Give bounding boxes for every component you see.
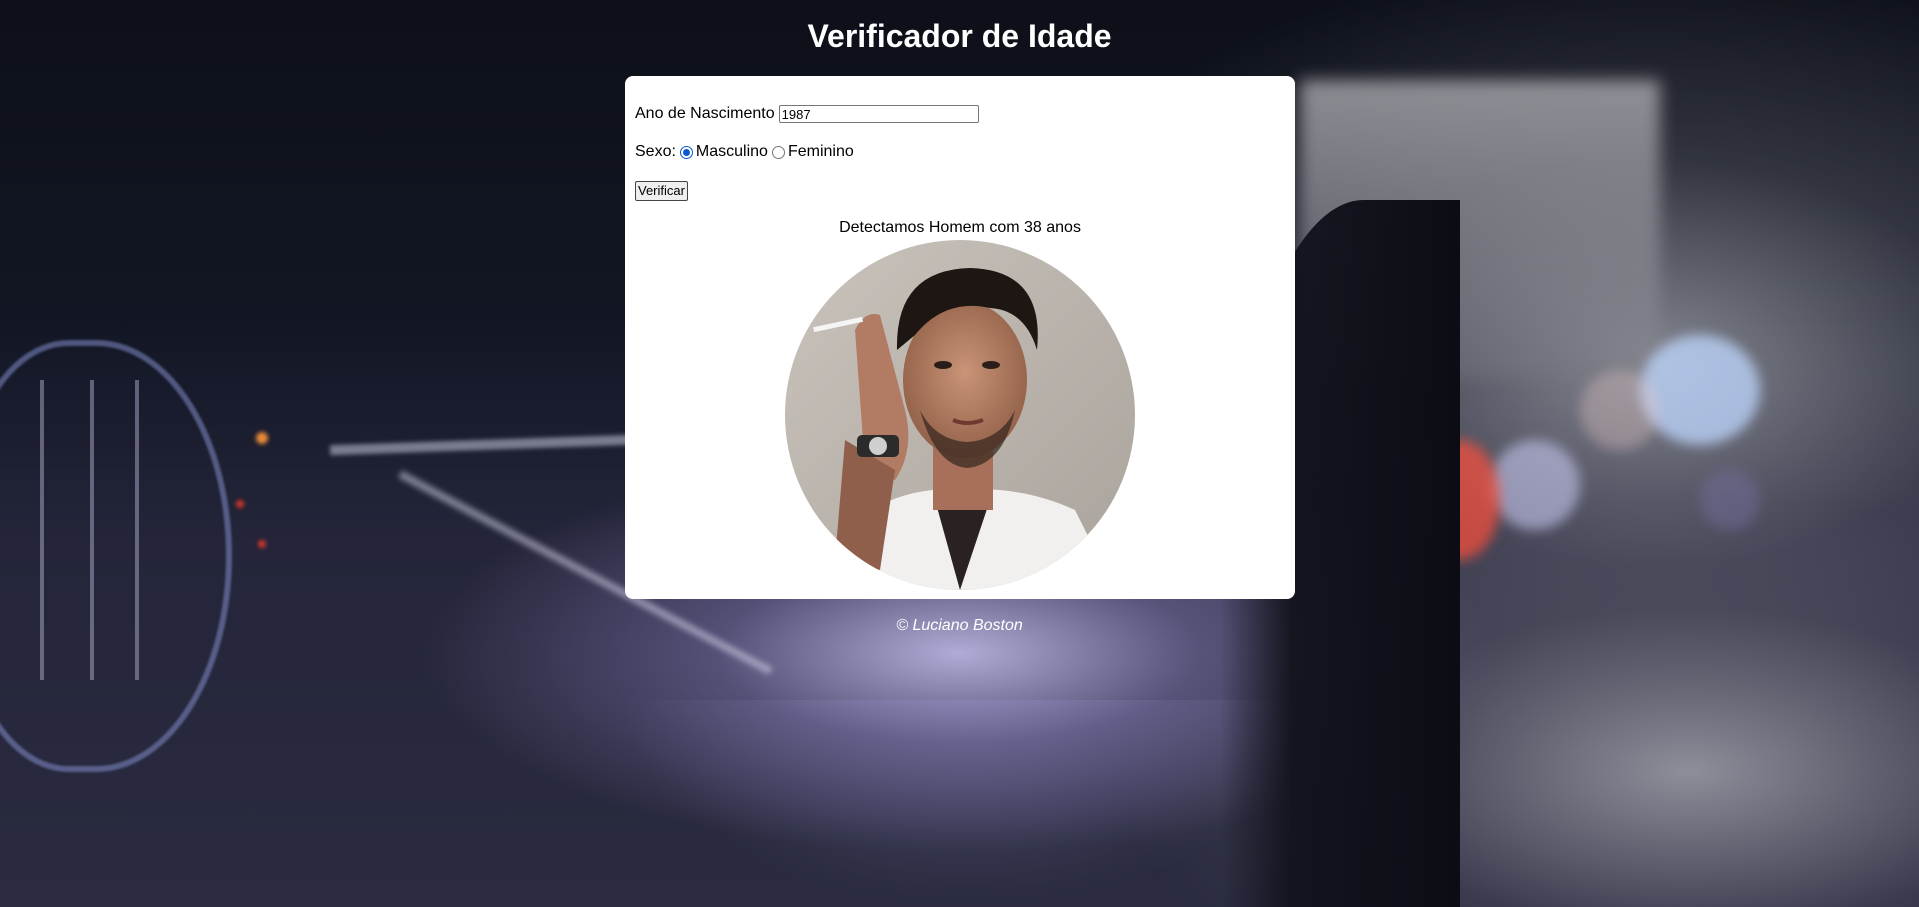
car-grille-bar [135, 380, 139, 680]
birth-year-row: Ano de Nascimento [635, 105, 979, 123]
bokeh-light [1700, 470, 1760, 530]
sex-option-masculino[interactable]: Masculino [676, 143, 768, 161]
footer-copyright: © Luciano Boston [896, 617, 1023, 634]
headlight-strip [329, 434, 631, 456]
verifier-card: Ano de Nascimento Sexo: Masculino Femini… [625, 76, 1295, 599]
radio-masculino[interactable] [679, 145, 693, 159]
car-grille [0, 340, 232, 772]
sex-option-feminino[interactable]: Feminino [768, 143, 854, 161]
car-light [236, 500, 244, 508]
road-glow [620, 700, 1320, 907]
radio-feminino[interactable] [771, 145, 785, 159]
car-grille-bar [90, 380, 94, 680]
bokeh-light [1580, 370, 1660, 450]
birth-year-label: Ano de Nascimento [635, 105, 775, 122]
verify-row: Verificar [635, 181, 688, 201]
sex-label: Sexo: [635, 143, 676, 160]
radio-label-masculino: Masculino [695, 143, 768, 160]
birth-year-input[interactable] [778, 105, 979, 123]
bokeh-light [1640, 335, 1760, 445]
car-light [258, 540, 266, 548]
car-grille-bar [40, 380, 44, 680]
page-title: Verificador de Idade [807, 18, 1112, 54]
man-portrait-image [785, 240, 1135, 590]
radio-label-feminino: Feminino [787, 143, 854, 160]
result-photo [785, 240, 1135, 590]
sex-row: Sexo: Masculino Feminino [635, 143, 854, 161]
bokeh-light [1490, 440, 1580, 530]
result-text: Detectamos Homem com 38 anos [839, 219, 1081, 236]
verify-button[interactable]: Verificar [635, 181, 688, 201]
car-light [256, 432, 268, 444]
